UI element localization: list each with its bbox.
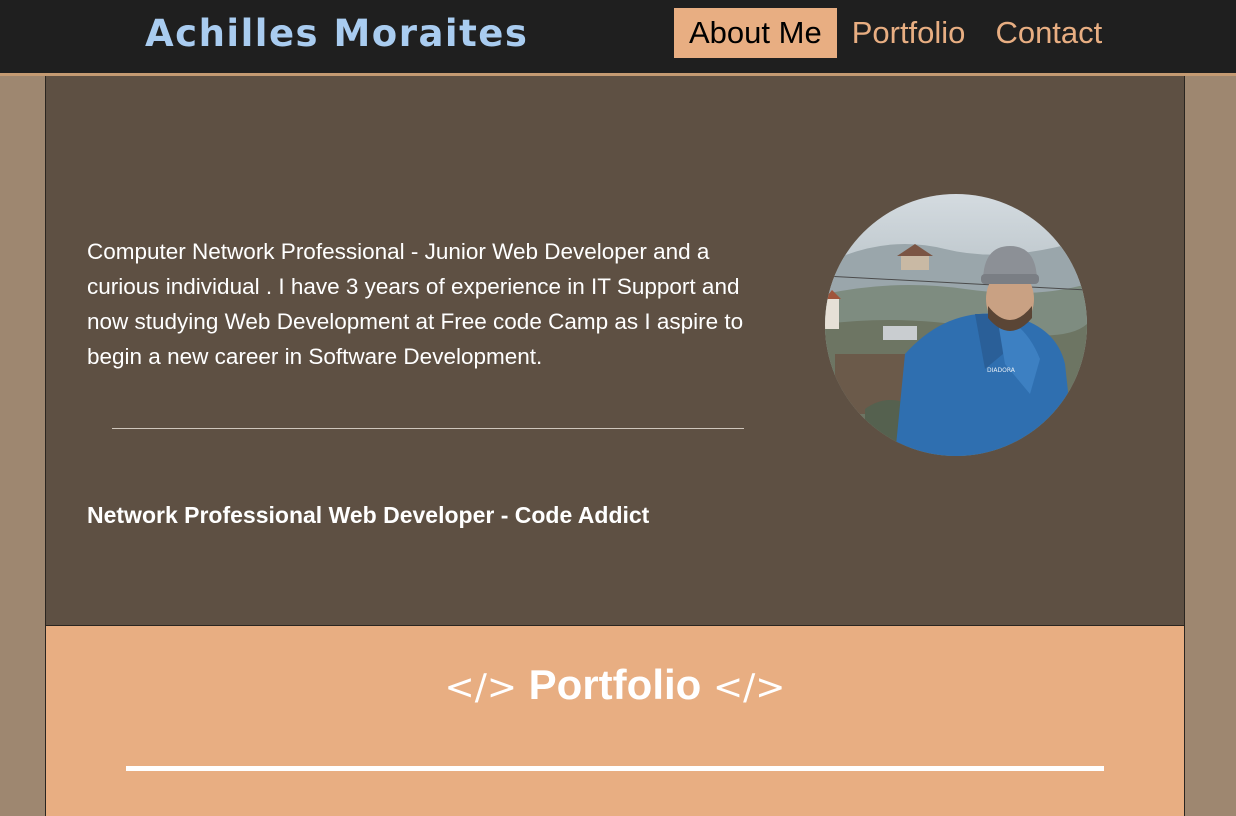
nav-link-contact[interactable]: Contact [980,8,1117,58]
profile-photo: DIADORA [825,194,1087,456]
nav-link-about-me[interactable]: About Me [674,8,837,58]
navbar: Achilles Moraites About Me Portfolio Con… [0,0,1236,76]
brand-name[interactable]: Achilles Moraites [145,12,528,56]
about-section: Computer Network Professional - Junior W… [45,76,1185,626]
portfolio-heading-text: Portfolio [528,661,702,708]
code-icon: </> [444,667,517,708]
svg-text:DIADORA: DIADORA [987,367,1016,374]
portfolio-divider [126,766,1104,771]
bio-text: Computer Network Professional - Junior W… [87,239,744,369]
portfolio-heading: </> Portfolio </> [46,660,1184,713]
tagline: Network Professional Web Developer - Cod… [87,502,650,528]
portfolio-section: </> Portfolio </> [45,626,1185,816]
code-icon: </> [712,667,786,708]
nav-link-portfolio[interactable]: Portfolio [837,8,981,58]
about-divider [112,428,744,429]
nav-links: About Me Portfolio Contact [674,8,1117,58]
